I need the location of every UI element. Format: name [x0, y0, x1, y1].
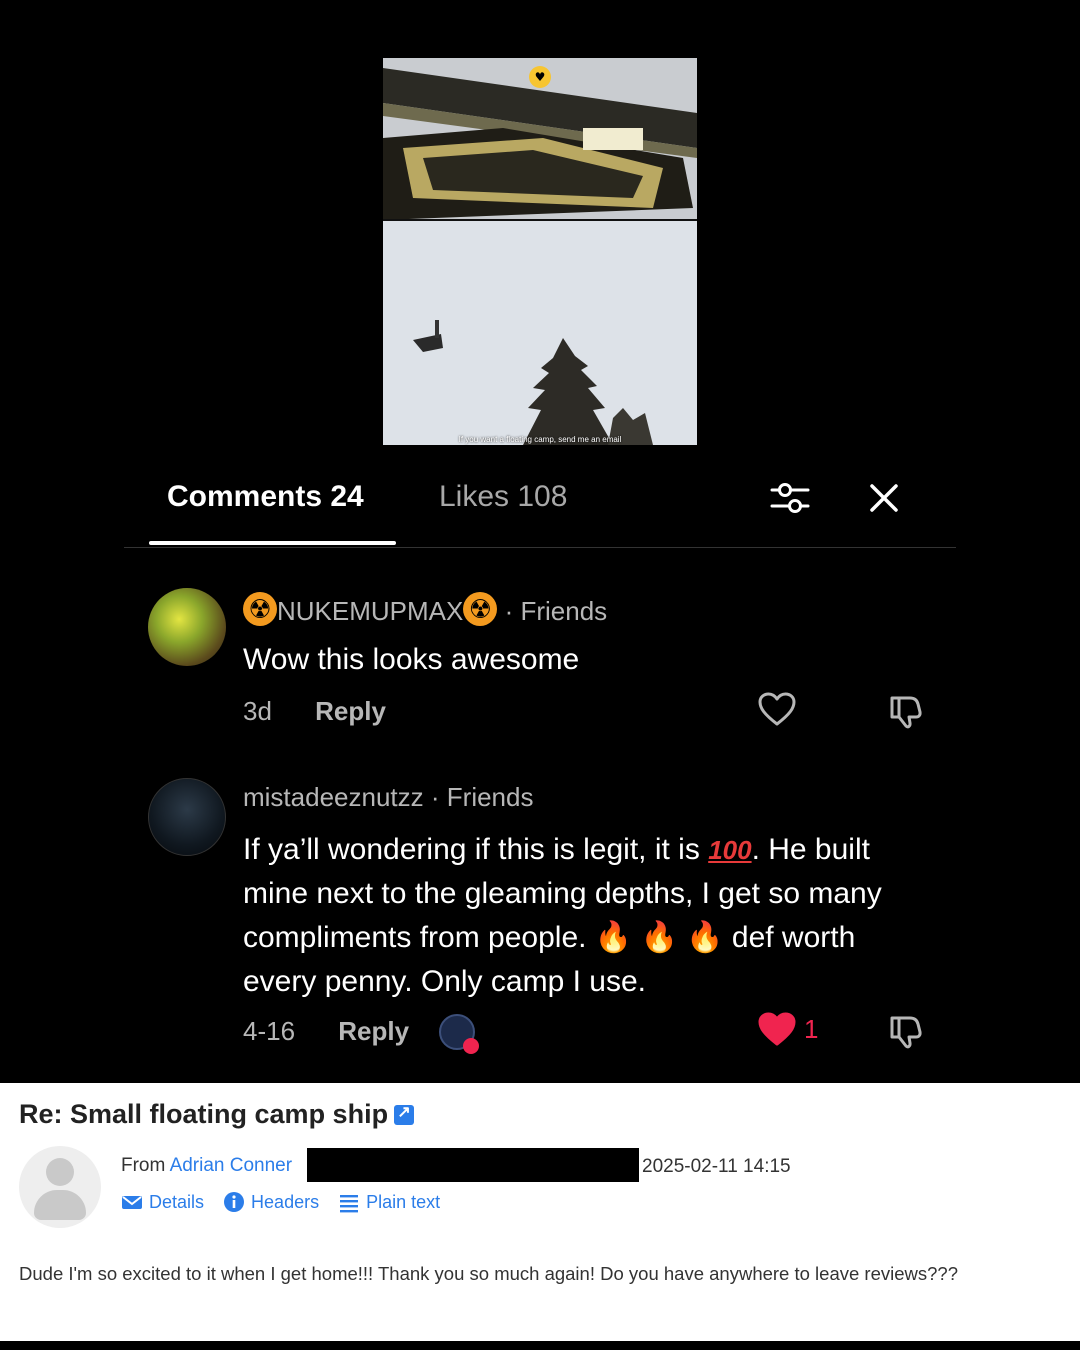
tab-likes[interactable]: Likes 108 [439, 480, 567, 514]
comment-time: 4-16 [243, 1016, 296, 1046]
radioactive-icon [243, 592, 277, 626]
info-icon [224, 1192, 245, 1212]
comments-tab-bar: Comments 24 Likes 108 [124, 470, 956, 548]
details-link[interactable]: Details [121, 1191, 204, 1213]
comment-text: If ya’ll wondering if this is legit, it … [243, 828, 933, 1004]
friends-label: · Friends [504, 596, 608, 626]
comment-text: Wow this looks awesome [243, 643, 580, 676]
text-lines-icon [340, 1195, 359, 1213]
email-subject: Re: Small floating camp ship [19, 1099, 415, 1130]
friends-label: · Friends [430, 782, 534, 812]
bottom-border [0, 1341, 1080, 1350]
envelope-icon [122, 1196, 142, 1209]
video-caption: If you want a floating camp, send me an … [458, 435, 622, 444]
comment-text-part: If ya’ll wondering if this is legit, it … [243, 833, 709, 866]
video-frame-image [383, 58, 697, 445]
tab-comments[interactable]: Comments 24 [167, 480, 364, 514]
comment-actions: 3d Reply [243, 696, 386, 727]
close-icon[interactable] [864, 478, 904, 518]
details-label: Details [149, 1192, 205, 1212]
like-heart-icon[interactable] [758, 692, 796, 728]
like-heart-icon[interactable] [758, 1012, 796, 1048]
external-link-icon[interactable] [394, 1102, 415, 1125]
fire-emoji-icon: 🔥 🔥 🔥 [594, 921, 724, 954]
creator-liked-avatar [439, 1014, 479, 1054]
from-line: From Adrian Conner [121, 1155, 292, 1177]
filter-sliders-icon[interactable] [769, 478, 811, 518]
dislike-icon[interactable] [886, 692, 924, 730]
avatar [19, 1146, 101, 1228]
plain-text-link[interactable]: Plain text [338, 1191, 440, 1213]
dislike-icon[interactable] [886, 1012, 924, 1050]
email-actions: Details Headers Plain text [121, 1191, 454, 1213]
plain-text-label: Plain text [366, 1192, 441, 1212]
radioactive-icon [463, 592, 498, 626]
comment-actions: 4-16 Reply [243, 1014, 479, 1054]
avatar[interactable] [148, 778, 226, 856]
email-subject-text: Re: Small floating camp ship [19, 1099, 389, 1129]
email-panel: Re: Small floating camp ship From Adrian… [0, 1083, 1080, 1341]
comment-username[interactable]: mistadeeznutzz [243, 782, 424, 812]
avatar[interactable] [148, 588, 226, 666]
reply-button[interactable]: Reply [338, 1016, 409, 1047]
hundred-points-icon: 100 [708, 835, 752, 865]
from-label: From [121, 1155, 166, 1176]
heart-eyes-emoji-icon: ♥ [529, 66, 551, 88]
redacted-email-address [307, 1148, 639, 1182]
active-tab-indicator [149, 541, 396, 545]
email-date: 2025-02-11 14:15 [642, 1156, 791, 1177]
email-body: Dude I'm so excited to it when I get hom… [19, 1263, 958, 1284]
like-count: 1 [804, 1014, 819, 1044]
headers-link[interactable]: Headers [223, 1191, 319, 1213]
comment-meta: mistadeeznutzz · Friends [243, 782, 533, 813]
reply-button[interactable]: Reply [315, 696, 386, 727]
comment-meta: NUKEMUPMAX · Friends [243, 592, 607, 627]
comment-username[interactable]: NUKEMUPMAX [277, 596, 463, 626]
headers-label: Headers [251, 1192, 320, 1212]
comment-time: 3d [243, 696, 272, 726]
sender-name-link[interactable]: Adrian Conner [170, 1155, 293, 1176]
video-preview[interactable]: ♥ If you want a floating camp, send me a… [383, 58, 697, 445]
